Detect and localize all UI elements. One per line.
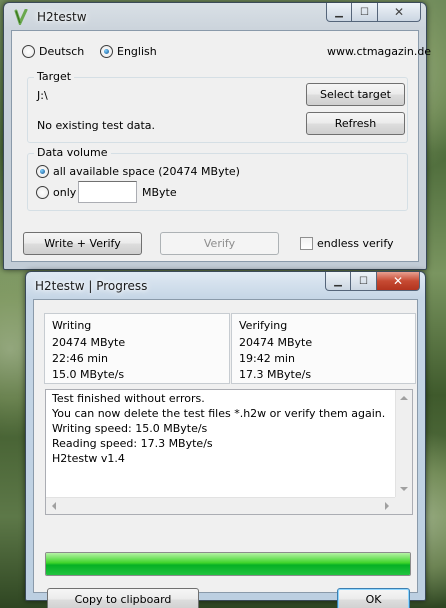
progress-bar-fill xyxy=(46,553,410,575)
target-group-label: Target xyxy=(34,70,75,83)
refresh-button[interactable]: Refresh xyxy=(306,112,405,135)
main-window: H2testw ▁ ☐ ✕ Deutsch English www.ctmaga… xyxy=(3,2,431,270)
radio-unchecked-icon xyxy=(22,45,35,58)
scroll-left-arrow-icon[interactable] xyxy=(48,502,56,510)
close-button[interactable]: ✕ xyxy=(378,3,421,22)
only-label: only xyxy=(53,186,77,199)
endless-verify-checkbox[interactable]: endless verify xyxy=(300,237,394,250)
verifying-stats: Verifying 20474 MByte 19:42 min 17.3 MBy… xyxy=(231,313,416,384)
language-english-radio[interactable]: English xyxy=(100,45,157,58)
radio-unchecked-icon xyxy=(36,186,49,199)
main-client-area: Deutsch English www.ctmagazin.de Target … xyxy=(11,30,431,262)
log-line: Test finished without errors. xyxy=(52,392,205,405)
target-path: J:\ xyxy=(37,89,48,102)
minimize-button[interactable]: ▁ xyxy=(325,272,351,291)
verify-button[interactable]: Verify xyxy=(160,232,279,255)
verifying-label: Verifying xyxy=(239,319,288,332)
minimize-icon: ▁ xyxy=(334,275,342,287)
radio-checked-icon xyxy=(36,165,49,178)
title-bar[interactable]: H2testw ▁ ☐ ✕ xyxy=(11,3,421,30)
writing-time: 22:46 min xyxy=(52,352,108,365)
close-icon: ✕ xyxy=(393,5,405,19)
writing-speed: 15.0 MByte/s xyxy=(52,368,125,381)
scroll-down-arrow-icon[interactable] xyxy=(400,487,408,495)
language-deutsch-label: Deutsch xyxy=(39,45,85,58)
minimize-button[interactable]: ▁ xyxy=(326,3,352,22)
select-target-button[interactable]: Select target xyxy=(306,83,405,106)
maximize-icon: ☐ xyxy=(360,6,369,18)
writing-size: 20474 MByte xyxy=(52,336,126,349)
verifying-speed: 17.3 MByte/s xyxy=(239,368,312,381)
log-line: Reading speed: 17.3 MByte/s xyxy=(52,437,213,450)
log-line: You can now delete the test files *.h2w … xyxy=(52,407,386,420)
minimize-icon: ▁ xyxy=(335,6,343,18)
log-line: H2testw v1.4 xyxy=(52,452,125,465)
mbyte-unit-label: MByte xyxy=(142,186,177,199)
maximize-button[interactable]: ☐ xyxy=(351,272,377,291)
writing-label: Writing xyxy=(52,319,92,332)
verifying-size: 20474 MByte xyxy=(239,336,313,349)
scroll-up-arrow-icon[interactable] xyxy=(400,392,408,400)
progress-client-area: Writing 20474 MByte 22:46 min 15.0 MByte… xyxy=(33,299,418,608)
website-link[interactable]: www.ctmagazin.de xyxy=(327,45,431,58)
radio-checked-icon xyxy=(100,45,113,58)
horizontal-scrollbar[interactable] xyxy=(46,497,395,514)
data-volume-group-label: Data volume xyxy=(34,146,111,159)
progress-window: H2testw | Progress ▁ ☐ ✕ Writing 20474 M… xyxy=(25,271,426,608)
result-log[interactable]: Test finished without errors. You can no… xyxy=(45,389,413,515)
maximize-icon: ☐ xyxy=(359,275,368,287)
title-bar[interactable]: H2testw | Progress ▁ ☐ ✕ xyxy=(33,272,420,299)
vertical-scrollbar[interactable] xyxy=(395,390,412,497)
window-title: H2testw | Progress xyxy=(35,278,148,293)
endless-verify-label: endless verify xyxy=(317,237,394,250)
copy-to-clipboard-button[interactable]: Copy to clipboard xyxy=(47,588,199,608)
progress-bar xyxy=(45,552,411,576)
log-line: Writing speed: 15.0 MByte/s xyxy=(52,422,208,435)
scroll-corner xyxy=(395,497,412,514)
verifying-time: 19:42 min xyxy=(239,352,295,365)
h2testw-app-icon xyxy=(13,8,29,25)
close-button[interactable]: ✕ xyxy=(377,272,420,291)
scroll-right-arrow-icon[interactable] xyxy=(385,502,393,510)
maximize-button[interactable]: ☐ xyxy=(352,3,378,22)
only-radio[interactable]: only xyxy=(36,186,76,199)
write-verify-button[interactable]: Write + Verify xyxy=(23,232,142,255)
language-deutsch-radio[interactable]: Deutsch xyxy=(22,45,84,58)
all-space-label: all available space (20474 MByte) xyxy=(53,165,240,178)
language-english-label: English xyxy=(117,45,157,58)
window-title: H2testw xyxy=(37,9,87,24)
ok-button[interactable]: OK xyxy=(337,588,410,608)
only-size-input[interactable] xyxy=(78,181,137,203)
target-status: No existing test data. xyxy=(37,119,156,132)
writing-stats: Writing 20474 MByte 22:46 min 15.0 MByte… xyxy=(44,313,230,384)
checkbox-icon xyxy=(300,237,313,250)
close-icon: ✕ xyxy=(392,274,404,288)
all-space-radio[interactable]: all available space (20474 MByte) xyxy=(36,165,240,178)
